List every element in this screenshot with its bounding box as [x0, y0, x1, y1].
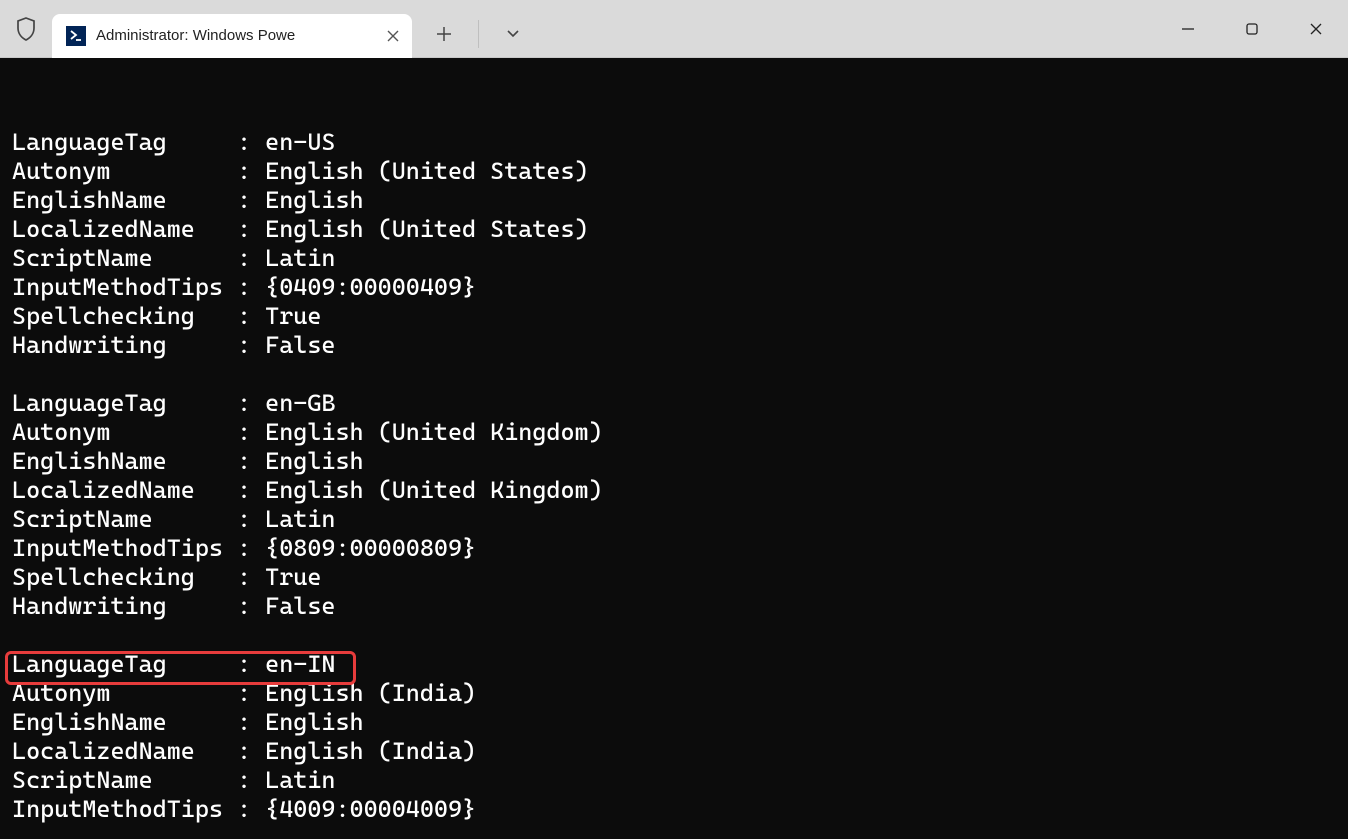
tab-title: Administrator: Windows Powe	[96, 27, 376, 44]
powershell-icon	[66, 26, 86, 46]
new-tab-button[interactable]	[422, 14, 466, 54]
shield-icon	[0, 17, 52, 41]
maximize-button[interactable]	[1220, 6, 1284, 52]
close-button[interactable]	[1284, 6, 1348, 52]
tab-active[interactable]: Administrator: Windows Powe	[52, 14, 412, 58]
terminal-output[interactable]: LanguageTag : en-US Autonym : English (U…	[0, 58, 1348, 839]
window-controls	[1156, 6, 1348, 52]
tab-separator	[478, 20, 479, 48]
titlebar: Administrator: Windows Powe	[0, 0, 1348, 58]
minimize-button[interactable]	[1156, 6, 1220, 52]
tab-dropdown-button[interactable]	[491, 14, 535, 54]
tab-close-button[interactable]	[384, 27, 402, 45]
